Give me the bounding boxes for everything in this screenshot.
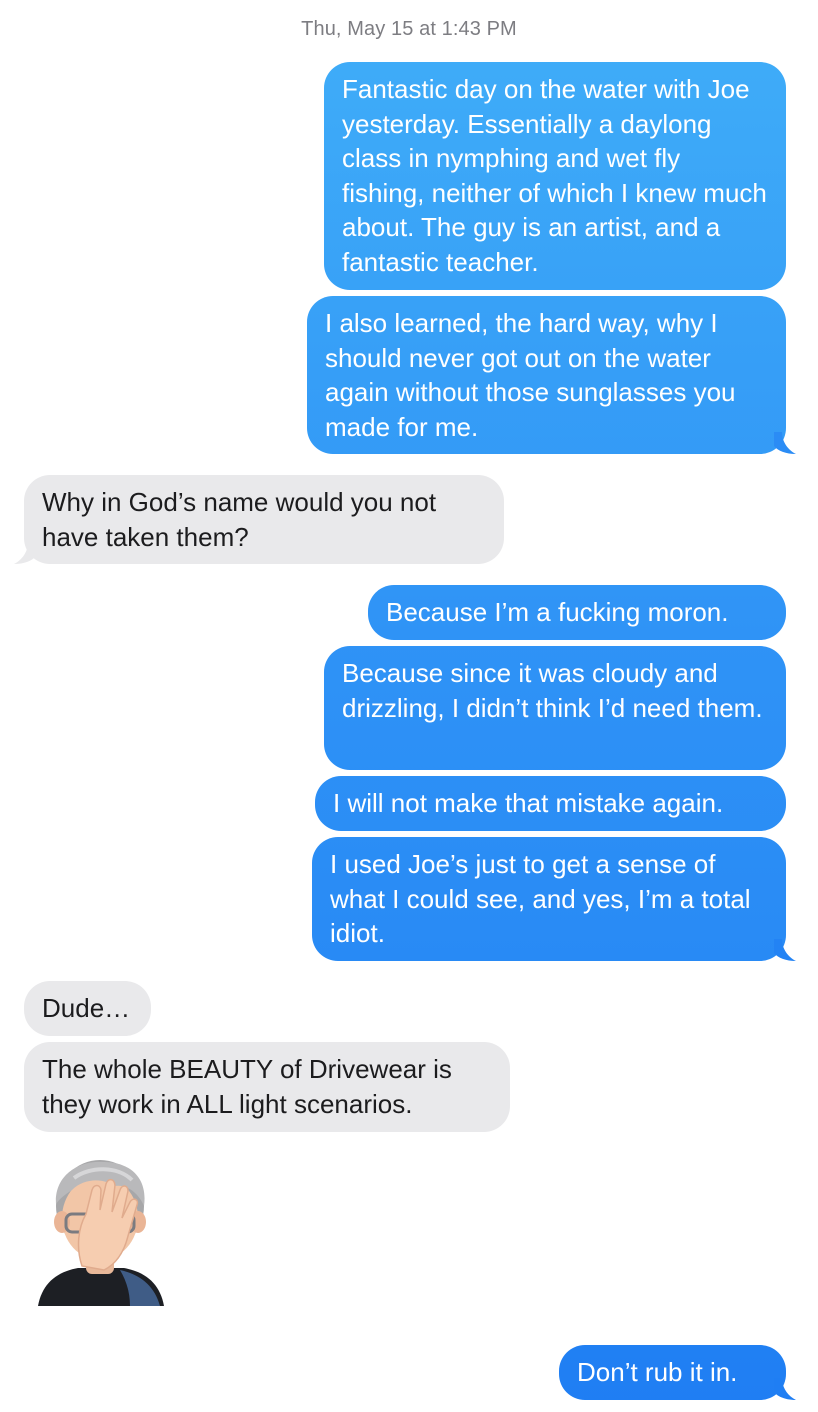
sent-message-bubble[interactable]: I will not make that mistake again. [315,776,786,831]
message-text: I used Joe’s just to get a sense of what… [330,849,751,948]
bubble-tail-icon [774,939,796,961]
sent-message-bubble[interactable]: Because I’m a fucking moron. [368,585,786,640]
message-timestamp: Thu, May 15 at 1:43 PM [301,18,517,40]
received-message-bubble[interactable]: Why in God’s name would you not have tak… [14,475,504,564]
message-text: The whole BEAUTY of Drivewear is they wo… [42,1054,452,1119]
message-text: Don’t rub it in. [577,1357,738,1387]
received-message-bubble[interactable]: Dude… [24,981,151,1036]
sent-message-bubble[interactable]: Don’t rub it in. [559,1345,796,1400]
sent-message-bubble[interactable]: I used Joe’s just to get a sense of what… [312,837,796,961]
sent-message-bubble[interactable]: I also learned, the hard way, why I shou… [307,296,796,454]
message-text: Because I’m a fucking moron. [386,597,729,627]
bubble-tail-icon [774,432,796,454]
message-text: Because since it was cloudy and drizzlin… [342,658,763,723]
message-text: Fantastic day on the water with Joe yest… [342,74,767,277]
sent-message-bubble[interactable]: Because since it was cloudy and drizzlin… [324,646,786,770]
received-message-bubble[interactable]: The whole BEAUTY of Drivewear is they wo… [24,1042,510,1132]
bubble-tail-icon [774,1378,796,1400]
message-text: Dude… [42,993,131,1023]
bubble-tail-icon [14,542,36,564]
facepalm-memoji-sticker[interactable] [34,1156,166,1306]
message-text: I also learned, the hard way, why I shou… [325,308,736,442]
message-text: Why in God’s name would you not have tak… [42,487,437,552]
message-text: I will not make that mistake again. [333,788,724,818]
sent-message-bubble[interactable]: Fantastic day on the water with Joe yest… [324,62,786,290]
